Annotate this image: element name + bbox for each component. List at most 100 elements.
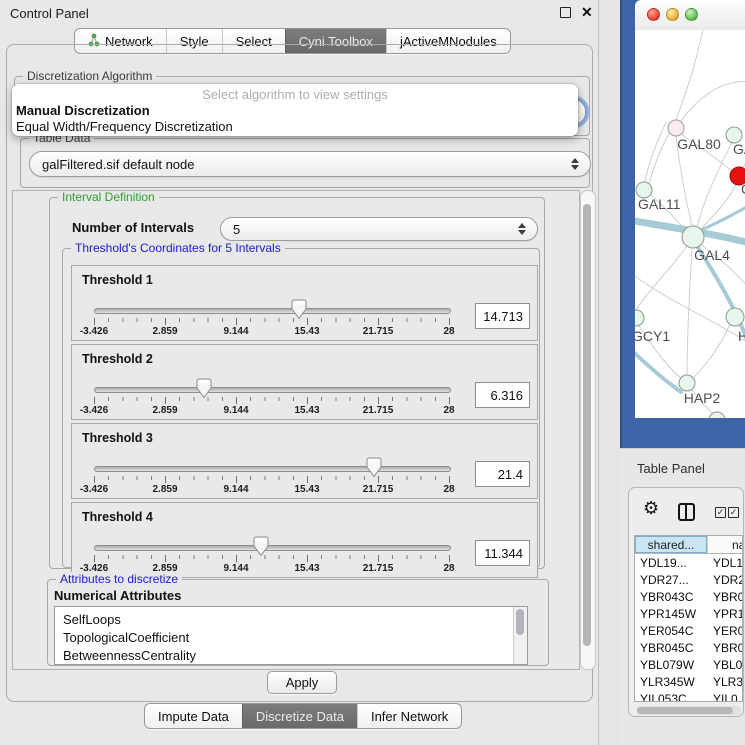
node-table-box: ⚙ ✓ ✓ shared... na YDL19...YDL1YDR27...Y… xyxy=(628,487,744,717)
table-row[interactable]: YDR27...YDR2 xyxy=(635,571,742,588)
network-node-green[interactable] xyxy=(679,375,695,391)
screen: Control Panel ✕ NetworkStyleSelectCyni T… xyxy=(0,0,745,745)
tab-infer-network[interactable]: Infer Network xyxy=(357,704,461,728)
apply-button[interactable]: Apply xyxy=(267,671,337,694)
scrollbar-thumb[interactable] xyxy=(637,707,733,714)
column-header-name[interactable]: na xyxy=(707,536,742,553)
table-horizontal-scrollbar[interactable] xyxy=(636,706,741,715)
network-edge[interactable] xyxy=(649,132,670,184)
table-data-combobox-value: galFiltered.sif default node xyxy=(42,157,194,172)
tick-label: 21.715 xyxy=(363,563,394,574)
checkbox-icon[interactable]: ✓ xyxy=(728,507,739,518)
threshold-slider-thumb[interactable] xyxy=(253,536,269,562)
threshold-slider-track[interactable] xyxy=(94,545,451,551)
control-panel-window: Control Panel ✕ NetworkStyleSelectCyni T… xyxy=(0,0,599,745)
threshold-slider-track[interactable] xyxy=(94,308,451,314)
table-data-combobox[interactable]: galFiltered.sif default node xyxy=(29,151,591,177)
attributes-list-scrollbar[interactable] xyxy=(513,607,527,664)
node-table: shared... na YDL19...YDL1YDR27...YDR2YBR… xyxy=(634,535,743,702)
cell-name: YIL0 xyxy=(707,690,742,702)
slider-major-ticks xyxy=(94,555,451,562)
tab-label: Discretize Data xyxy=(256,709,344,724)
table-row[interactable]: YIL053CYIL0 xyxy=(635,690,742,702)
numerical-attributes-list[interactable]: SelfLoopsTopologicalCoefficientBetweenne… xyxy=(54,606,528,665)
algorithm-item-equal-width[interactable]: Equal Width/Frequency Discretization xyxy=(12,119,582,135)
network-node-green[interactable] xyxy=(635,310,644,326)
checkbox-icon[interactable]: ✓ xyxy=(715,507,726,518)
table-row[interactable]: YPR145WYPR1 xyxy=(635,605,742,622)
scrollbar-thumb[interactable] xyxy=(583,204,591,646)
node-label: GA xyxy=(733,141,745,157)
algorithm-item-manual[interactable]: Manual Discretization xyxy=(12,103,582,119)
table-row[interactable]: YBL079WYBL0 xyxy=(635,656,742,673)
threshold-slider-thumb[interactable] xyxy=(366,457,382,483)
threshold-label: Threshold 1 xyxy=(82,273,153,287)
threshold-slider-thumb[interactable] xyxy=(291,299,307,325)
gear-icon[interactable]: ⚙ xyxy=(643,498,659,519)
algorithm-placeholder-item[interactable]: Select algorithm to view settings xyxy=(12,87,578,103)
close-traffic-light[interactable] xyxy=(647,8,660,21)
tick-label: -3.426 xyxy=(80,484,108,495)
tick-label: 15.43 xyxy=(294,563,319,574)
number-of-intervals-combobox[interactable]: 5 xyxy=(220,217,538,241)
tick-label: 28 xyxy=(443,484,454,495)
threshold-slider-track[interactable] xyxy=(94,387,451,393)
network-node-green[interactable] xyxy=(682,226,704,248)
tab-discretize-data[interactable]: Discretize Data xyxy=(242,704,357,728)
panel-title: Control Panel xyxy=(10,6,89,21)
cell-shared-name: YPR145W xyxy=(635,605,707,622)
algorithm-dropdown-popup: Select algorithm to view settings Manual… xyxy=(12,84,578,136)
threshold-value-field[interactable]: 21.4 xyxy=(475,461,530,487)
number-of-intervals-value: 5 xyxy=(233,222,240,237)
split-columns-icon[interactable] xyxy=(678,503,695,521)
tick-label: 2.859 xyxy=(152,326,177,337)
column-header-shared-name[interactable]: shared... xyxy=(635,536,707,553)
float-window-icon[interactable] xyxy=(560,7,571,18)
zoom-traffic-light[interactable] xyxy=(685,8,698,21)
tick-label: 15.43 xyxy=(294,405,319,416)
tick-label: 21.715 xyxy=(363,484,394,495)
cell-shared-name: YBR045C xyxy=(635,639,707,656)
close-icon[interactable]: ✕ xyxy=(581,4,593,21)
list-item[interactable]: TopologicalCoefficient xyxy=(55,629,527,647)
tick-label: 21.715 xyxy=(363,405,394,416)
tick-label: 28 xyxy=(443,563,454,574)
number-of-intervals-label: Number of Intervals xyxy=(72,220,194,235)
network-edge[interactable] xyxy=(645,122,666,182)
table-data-group: Table Data galFiltered.sif default node xyxy=(20,138,590,188)
tab-impute-data[interactable]: Impute Data xyxy=(145,704,242,728)
threshold-value-field[interactable]: 6.316 xyxy=(475,382,530,408)
cell-name: YDR2 xyxy=(707,571,742,588)
threshold-slider-thumb[interactable] xyxy=(196,378,212,404)
threshold-coordinates-group: Threshold's Coordinates for 5 Intervals … xyxy=(62,248,540,568)
table-row[interactable]: YER054CYER0 xyxy=(635,622,742,639)
list-item[interactable]: SelfLoops xyxy=(55,611,527,629)
table-row[interactable]: YDL19...YDL1 xyxy=(635,554,742,571)
network-edge[interactable] xyxy=(676,81,745,128)
cell-name: YBR0 xyxy=(707,588,742,605)
stepper-arrows-icon xyxy=(571,158,579,170)
network-edge[interactable] xyxy=(687,248,692,375)
cell-shared-name: YDR27... xyxy=(635,571,707,588)
network-edge[interactable] xyxy=(636,246,687,310)
threshold-slider-track[interactable] xyxy=(94,466,451,472)
slider-major-ticks xyxy=(94,318,451,325)
threshold-value-field[interactable]: 11.344 xyxy=(475,540,530,566)
table-row[interactable]: YBR043CYBR0 xyxy=(635,588,742,605)
network-edge-thick[interactable] xyxy=(695,201,745,233)
minimize-traffic-light[interactable] xyxy=(666,8,679,21)
cell-shared-name: YBL079W xyxy=(635,656,707,673)
list-item[interactable]: BetweennessCentrality xyxy=(55,647,527,665)
network-canvas[interactable]: GAL80GACGAL11GAL4GCY1HHAP2 xyxy=(635,30,745,418)
network-node-green[interactable] xyxy=(726,308,744,326)
node-label: HAP2 xyxy=(684,390,721,406)
table-row[interactable]: YLR345WYLR3 xyxy=(635,673,742,690)
network-graph: GAL80GACGAL11GAL4GCY1HHAP2 xyxy=(635,30,745,418)
network-node-pink[interactable] xyxy=(668,120,684,136)
network-window-titlebar[interactable] xyxy=(635,0,745,31)
network-edge[interactable] xyxy=(694,324,730,377)
table-row[interactable]: YBR045CYBR0 xyxy=(635,639,742,656)
settings-vertical-scrollbar[interactable] xyxy=(580,190,596,670)
network-edge[interactable] xyxy=(676,30,705,120)
threshold-value-field[interactable]: 14.713 xyxy=(475,303,530,329)
